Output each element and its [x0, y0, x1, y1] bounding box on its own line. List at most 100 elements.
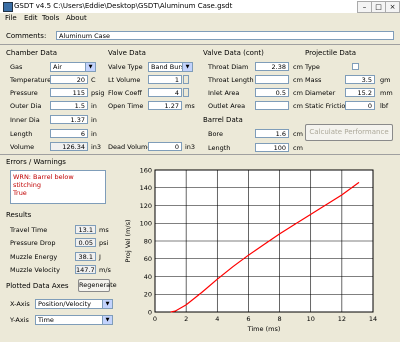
maximize-button[interactable]: □ — [371, 1, 386, 13]
static-friction-label: Static Friction — [305, 102, 350, 110]
minimize-button[interactable]: – — [357, 1, 372, 13]
open-time-input[interactable]: 1.27 — [148, 101, 182, 110]
results-header: Results — [6, 211, 32, 219]
temperature-input[interactable]: 20 — [50, 75, 88, 84]
comments-input[interactable]: Aluminum Case — [56, 31, 394, 40]
lt-volume-input[interactable]: 1 — [148, 75, 182, 84]
throat-length-input[interactable] — [255, 75, 289, 84]
muzzle-energy-readout: 38.1 — [75, 252, 96, 261]
chevron-down-icon: ▼ — [102, 300, 112, 308]
pressure-label: Pressure — [10, 89, 38, 97]
app-icon — [3, 2, 13, 12]
barrel-length-input[interactable]: 100 — [255, 143, 289, 152]
calculate-performance-button[interactable]: Calculate Performance — [305, 124, 393, 141]
dead-volume-input[interactable]: 0 — [148, 142, 182, 151]
mass-input[interactable]: 3.5 — [345, 75, 375, 84]
plotted-axes-header: Plotted Data Axes — [6, 282, 69, 290]
travel-time-label: Travel Time — [10, 226, 48, 234]
muzzle-energy-unit: J — [99, 253, 101, 261]
diameter-unit: mm — [380, 89, 393, 97]
temperature-label: Temperature — [10, 76, 52, 84]
diameter-input[interactable]: 15.2 — [345, 88, 375, 97]
y-tick-label: 40 — [144, 273, 152, 281]
inner-dia-label: Inner Dia — [10, 116, 40, 124]
length-unit: in — [91, 130, 97, 138]
bore-input[interactable]: 1.6 — [255, 129, 289, 138]
bore-unit: cm — [293, 130, 303, 138]
outer-dia-label: Outer Dia — [10, 102, 42, 110]
temperature-unit: C — [91, 76, 96, 84]
proj-type-checkbox[interactable] — [352, 63, 359, 70]
y-tick-label: 60 — [144, 255, 152, 263]
x-axis-title: Time (ms) — [247, 325, 281, 333]
volume-label: Volume — [10, 143, 35, 151]
close-icon[interactable]: × — [385, 1, 400, 13]
y-axis-title: Proj Vel (m/s) — [124, 220, 132, 263]
volume-readout: 126.34 — [50, 142, 88, 151]
valve-cont-header: Valve Data (cont) — [203, 49, 264, 57]
gas-label: Gas — [10, 63, 23, 71]
x-tick-label: 4 — [215, 315, 219, 323]
lt-volume-spinner[interactable] — [183, 75, 189, 84]
inner-dia-unit: in — [91, 116, 97, 124]
pressure-unit: psig — [91, 89, 105, 97]
outer-dia-input[interactable]: 1.5 — [50, 101, 88, 110]
regenerate-button[interactable]: Regenerate — [78, 279, 117, 292]
dead-volume-label: Dead Volume — [108, 143, 152, 151]
chevron-down-icon: ▼ — [182, 63, 192, 71]
flow-coeff-spinner[interactable] — [183, 88, 189, 97]
throat-diam-input[interactable]: 2.38 — [255, 62, 289, 71]
inlet-area-label: Inlet Area — [208, 89, 240, 97]
x-tick-label: 14 — [369, 315, 377, 323]
gas-select[interactable]: Air ▼ — [50, 62, 96, 72]
valve-type-label: Valve Type — [108, 63, 143, 71]
y-axis-label: Y-Axis — [10, 316, 29, 324]
muzzle-velocity-unit: m/s — [99, 266, 111, 274]
static-friction-input[interactable]: 0 — [345, 101, 375, 110]
y-tick-label: 20 — [144, 291, 152, 299]
menu-edit[interactable]: Edit — [24, 14, 38, 22]
x-tick-label: 12 — [338, 315, 346, 323]
dead-volume-unit: in3 — [185, 143, 196, 151]
errors-textbox[interactable]: WRN: Barrel below stitching True — [10, 170, 106, 204]
open-time-unit: ms — [185, 102, 195, 110]
x-axis-select[interactable]: Position/Velocity ▼ — [35, 299, 113, 309]
y-tick-label: 100 — [140, 220, 152, 228]
chevron-down-icon: ▼ — [85, 63, 95, 71]
pressure-drop-readout: 0.05 — [75, 238, 96, 247]
outer-dia-unit: in — [91, 102, 97, 110]
mass-unit: gm — [380, 76, 391, 84]
x-tick-label: 2 — [184, 315, 188, 323]
y-axis-select[interactable]: Time ▼ — [35, 315, 113, 325]
inlet-area-unit: cm — [293, 89, 303, 97]
throat-diam-unit: cm — [293, 63, 303, 71]
velocity-chart: 0 2 4 6 8 10 12 14020406080100120140160Time (ms… — [124, 166, 377, 333]
volume-unit: in3 — [91, 143, 102, 151]
lt-volume-label: Lt Volume — [108, 76, 141, 84]
pressure-input[interactable]: 115 — [50, 88, 88, 97]
inner-dia-input[interactable]: 1.37 — [50, 115, 88, 124]
length-label: Length — [10, 130, 33, 138]
barrel-length-unit: cm — [293, 144, 303, 152]
menu-about[interactable]: About — [66, 14, 87, 22]
y-tick-label: 140 — [140, 184, 152, 192]
outlet-area-input[interactable] — [255, 101, 289, 110]
flow-coeff-input[interactable]: 4 — [148, 88, 182, 97]
valve-type-select[interactable]: Band Burst ▼ — [148, 62, 193, 72]
travel-time-readout: 13.1 — [75, 225, 96, 234]
menu-file[interactable]: File — [5, 14, 17, 22]
projectile-header: Projectile Data — [305, 49, 357, 57]
menu-tools[interactable]: Tools — [42, 14, 59, 22]
throat-length-label: Throat Length — [208, 76, 254, 84]
muzzle-energy-label: Muzzle Energy — [10, 253, 58, 261]
static-friction-unit: lbf — [380, 102, 389, 110]
muzzle-velocity-readout: 147.7 — [75, 265, 96, 274]
travel-time-unit: ms — [99, 226, 109, 234]
proj-type-label: Type — [305, 63, 320, 71]
length-input[interactable]: 6 — [50, 129, 88, 138]
diameter-label: Diameter — [305, 89, 336, 97]
x-tick-label: 0 — [153, 315, 157, 323]
x-tick-label: 6 — [246, 315, 250, 323]
inlet-area-input[interactable]: 0.5 — [255, 88, 289, 97]
flow-coeff-label: Flow Coeff — [108, 89, 142, 97]
